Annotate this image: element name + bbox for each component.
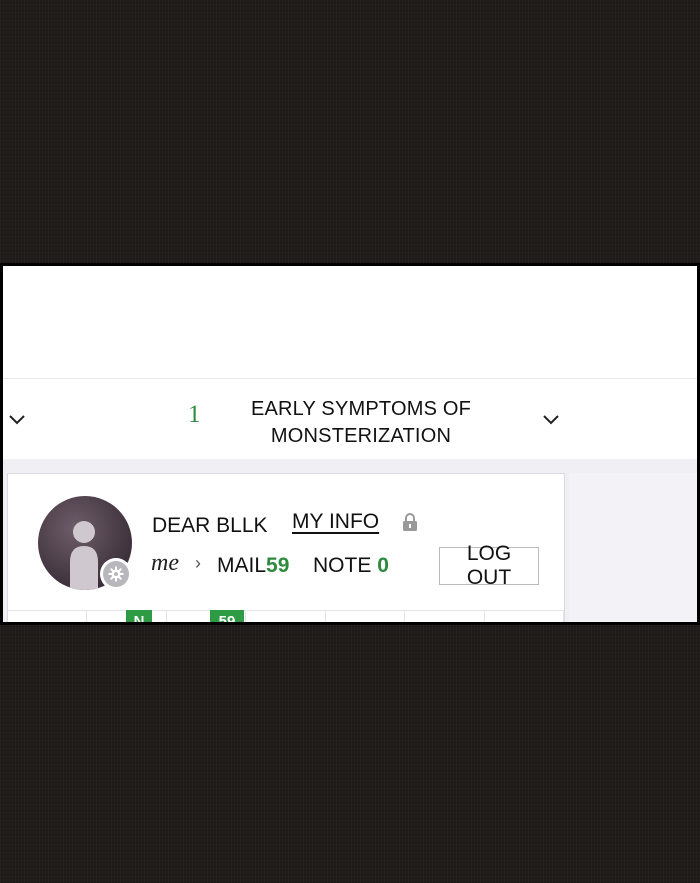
note-link[interactable]: NOTE 0 [313, 554, 389, 578]
profile-section: DEAR BLLK MY INFO me › MAIL59 NOTE 0 LOG… [3, 459, 697, 622]
logout-button[interactable]: LOG OUT [439, 542, 539, 589]
chevron-down-icon[interactable] [7, 409, 27, 429]
mail-label: MAIL [217, 554, 267, 577]
me-logo[interactable]: me [151, 550, 179, 577]
profile-card: DEAR BLLK MY INFO me › MAIL59 NOTE 0 LOG… [7, 473, 565, 622]
blank-header-area [3, 266, 697, 378]
screenshot-panel: 1 EARLY SYMPTOMS OF MONSTERIZATION DEAR … [0, 263, 700, 625]
mail-link[interactable]: MAIL59 [217, 554, 289, 578]
side-area [569, 473, 697, 622]
chapter-navigation-bar: 1 EARLY SYMPTOMS OF MONSTERIZATION [3, 378, 697, 460]
grid-cell[interactable] [485, 611, 564, 622]
mail-count: 59 [266, 554, 290, 577]
my-info-link[interactable]: MY INFO [292, 510, 379, 534]
count-badge: 59 [210, 610, 244, 622]
note-count: 0 [377, 554, 389, 577]
gear-icon [108, 566, 124, 582]
chevron-down-icon[interactable] [541, 409, 561, 429]
chevron-right-icon: › [195, 553, 201, 573]
episode-number: 1 [188, 401, 201, 428]
note-label: NOTE [313, 554, 372, 577]
new-badge: N [126, 610, 152, 622]
username: DEAR BLLK [152, 514, 268, 537]
grid-cell[interactable] [8, 611, 88, 622]
grid-cell[interactable] [246, 611, 326, 622]
grid-cell[interactable] [326, 611, 406, 622]
grid-cell[interactable] [405, 611, 485, 622]
lock-icon [403, 513, 417, 531]
episode-title[interactable]: EARLY SYMPTOMS OF MONSTERIZATION [231, 396, 491, 450]
menu-grid-row [8, 610, 564, 622]
avatar-settings[interactable] [100, 558, 132, 590]
